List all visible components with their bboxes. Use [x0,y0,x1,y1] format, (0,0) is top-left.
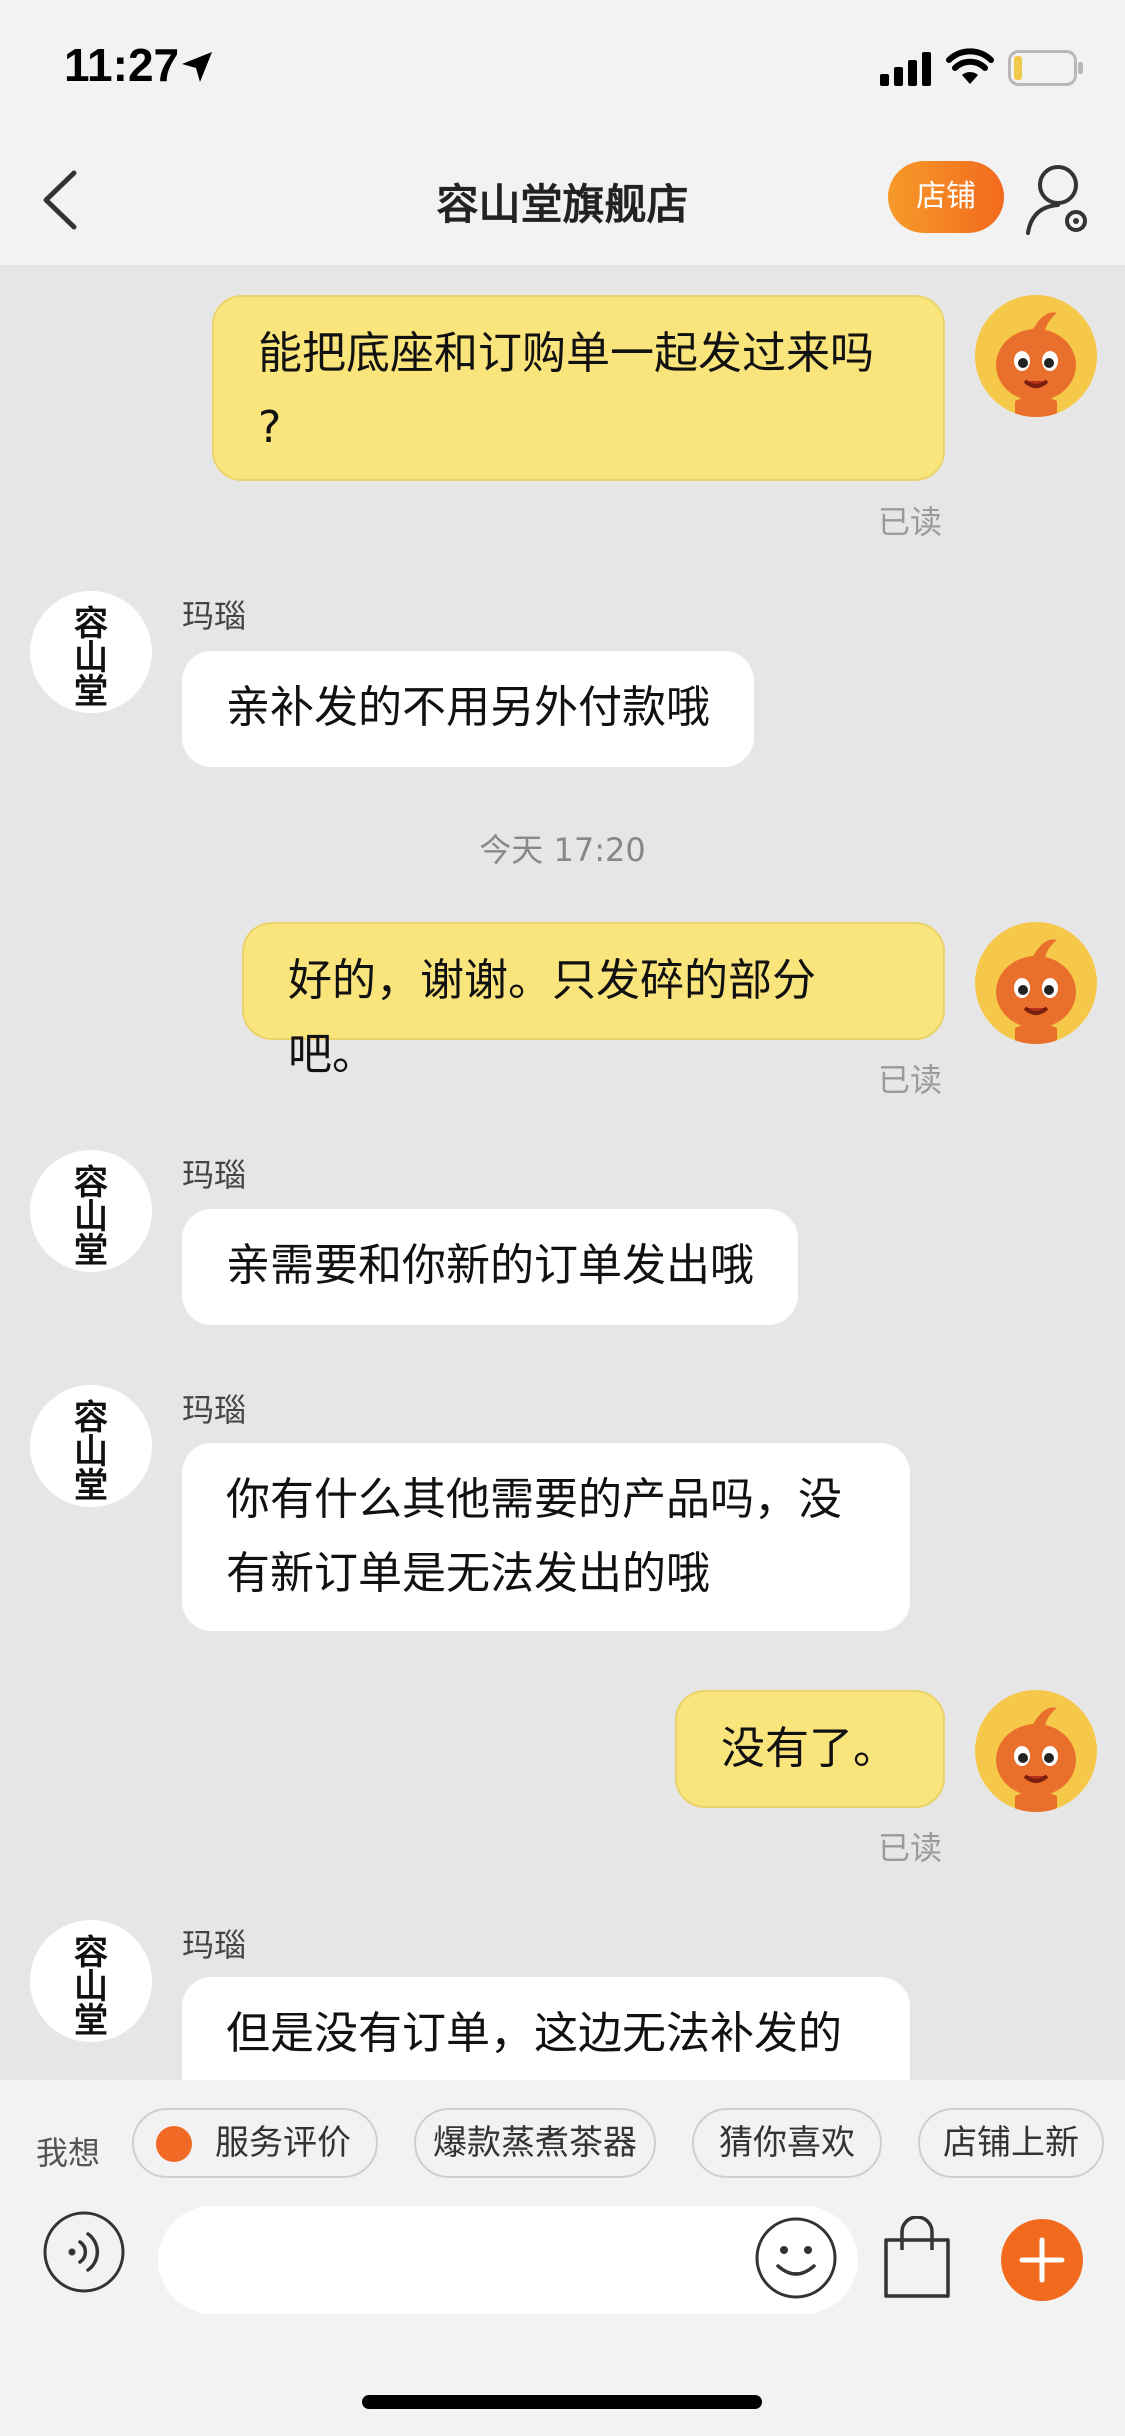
svg-text:堂: 堂 [74,1466,108,1506]
shop-logo-icon: 容 山 堂 [74,1398,108,1506]
read-status: 已读 [878,1829,943,1867]
quick-reply-label: 我想 [36,2134,101,2172]
my-avatar[interactable] [975,295,1097,417]
shop-avatar[interactable]: 容 山 堂 [30,1385,152,1507]
battery-icon [1008,50,1083,86]
sender-name: 玛瑙 [182,1391,247,1429]
mascot-icon [996,939,1076,1044]
message-text-line: 有新订单是无法发出的哦 [226,1548,710,1599]
message-text: 好的，谢谢。只发碎的部分吧。 [288,955,816,1080]
svg-text:堂: 堂 [74,1231,108,1271]
nav-bar: 容山堂旗舰店 店铺 [0,135,1125,265]
location-arrow-icon [182,52,212,82]
chip-label: 服务评价 [215,2123,351,2163]
message-text-line: 能把底座和订购单一起发过来吗 [258,328,874,379]
bottom-bar: 我想 服务评价 爆款蒸煮茶器 猜你喜欢 店铺上新 [0,2080,1125,2436]
more-plus-button[interactable] [1000,2218,1084,2302]
my-avatar[interactable] [975,1690,1097,1812]
sender-name: 玛瑙 [182,1156,247,1194]
shopping-bag-button[interactable] [878,2216,956,2300]
shop-message-bubble[interactable]: 亲补发的不用另外付款哦 [182,651,754,767]
mascot-icon [996,1707,1076,1812]
shop-logo-icon: 容 山 堂 [74,604,108,712]
chip-hot-tea-maker[interactable]: 爆款蒸煮茶器 [414,2108,656,2178]
svg-text:堂: 堂 [74,672,108,712]
my-message-bubble[interactable]: 能把底座和订购单一起发过来吗 ? [212,295,945,481]
chip-service-review[interactable]: 服务评价 [132,2108,378,2178]
message-text: 但是没有订单，这边无法补发的 [226,2008,842,2059]
my-message-bubble[interactable]: 没有了。 [675,1690,945,1808]
status-bar: 11:27 [0,0,1125,135]
message-text: 亲需要和你新的订单发出哦 [226,1240,754,1291]
message-text: 亲补发的不用另外付款哦 [226,682,710,733]
read-status: 已读 [878,503,943,541]
shop-avatar[interactable]: 容 山 堂 [30,591,152,713]
user-settings-icon[interactable] [1024,163,1094,239]
chip-label: 爆款蒸煮茶器 [433,2123,637,2163]
read-status: 已读 [878,1061,943,1099]
shop-message-bubble[interactable]: 但是没有订单，这边无法补发的 [182,1977,910,2080]
chip-label: 店铺上新 [943,2123,1079,2163]
home-indicator [362,2395,762,2409]
message-text: 没有了。 [721,1723,897,1774]
svg-text:堂: 堂 [74,2001,108,2041]
shop-logo-icon: 容 山 堂 [74,1933,108,2041]
chip-guess-you-like[interactable]: 猜你喜欢 [692,2108,882,2178]
mascot-icon [996,312,1076,417]
timestamp: 今天 17:20 [479,831,646,869]
sender-name: 玛瑙 [182,1926,247,1964]
chat-area[interactable]: 能把底座和订购单一起发过来吗 ? 已读 容 山 堂 玛瑙 亲补发的不用另外付款哦… [0,265,1125,2080]
emoji-button[interactable] [754,2216,838,2300]
message-input[interactable] [158,2206,858,2314]
signal-icon [880,52,931,86]
leaf-icon [156,2126,192,2162]
status-time: 11:27 [64,39,180,91]
shop-message-bubble[interactable]: 你有什么其他需要的产品吗，没 有新订单是无法发出的哦 [182,1443,910,1631]
chip-store-new[interactable]: 店铺上新 [918,2108,1104,2178]
chip-label: 猜你喜欢 [719,2123,855,2163]
shop-logo-icon: 容 山 堂 [74,1163,108,1271]
voice-input-button[interactable] [42,2210,126,2294]
message-text-line: ? [258,402,282,453]
my-avatar[interactable] [975,922,1097,1044]
sender-name: 玛瑙 [182,597,247,635]
store-button[interactable]: 店铺 [888,161,1004,233]
shop-avatar[interactable]: 容 山 堂 [30,1150,152,1272]
shop-avatar[interactable]: 容 山 堂 [30,1920,152,2042]
wifi-icon [946,48,994,84]
shop-message-bubble[interactable]: 亲需要和你新的订单发出哦 [182,1209,798,1325]
message-text-line: 你有什么其他需要的产品吗，没 [226,1474,842,1525]
my-message-bubble[interactable]: 好的，谢谢。只发碎的部分吧。 [242,922,945,1080]
